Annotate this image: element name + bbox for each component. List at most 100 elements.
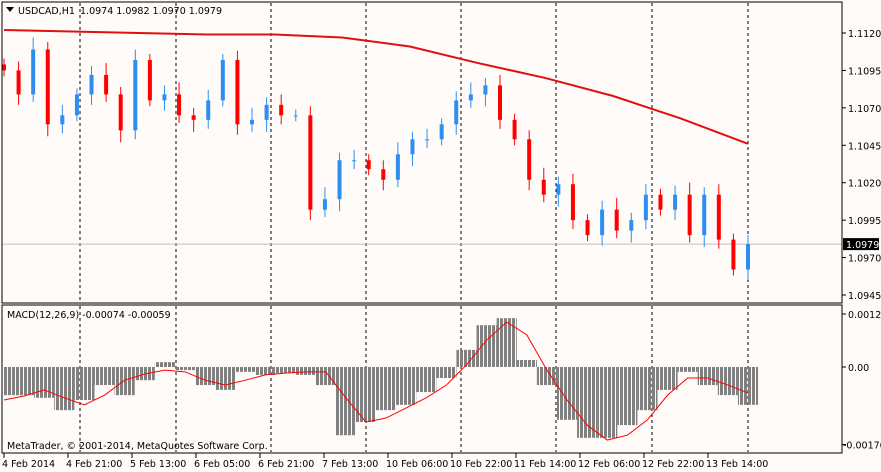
dropdown-triangle-icon[interactable] — [6, 7, 14, 12]
candle-body — [629, 220, 634, 231]
price-axis-label: 1.1070 — [848, 104, 881, 115]
macd-histogram-bar — [516, 359, 537, 367]
ohlc-label: 1.0974 1.0982 1.0970 1.0979 — [80, 6, 222, 17]
candle-body — [220, 59, 225, 101]
candle-body — [235, 59, 240, 125]
candle-body — [308, 115, 313, 210]
macd-histogram-bar — [717, 367, 738, 396]
candle-body — [177, 94, 182, 116]
macd-histogram-bar — [114, 367, 135, 396]
macd-histogram-bar — [255, 367, 276, 375]
candle-body — [643, 194, 648, 221]
candle-body — [425, 139, 430, 141]
price-pane — [2, 29, 842, 281]
candle-body — [191, 115, 196, 120]
price-axis-label: 1.0970 — [848, 254, 881, 265]
macd-histogram-bar — [335, 367, 356, 436]
candle-body — [2, 64, 6, 71]
candle-body — [556, 184, 561, 195]
macd-histogram-bar — [737, 367, 759, 405]
time-axis-label: 11 Feb 14:00 — [514, 459, 576, 470]
macd-histogram-bar — [697, 367, 718, 386]
candle-body — [673, 194, 678, 210]
chart-canvas[interactable]: 1.1120 1.1095 1.1070 1.1045 1.1020 1.0995 1.09… — [0, 0, 881, 472]
macd-histogram-bar — [577, 367, 598, 438]
candle-body — [687, 194, 692, 236]
time-axis-label: 5 Feb 13:00 — [130, 459, 186, 470]
candle-body — [585, 220, 590, 236]
candle-body — [60, 115, 65, 125]
price-axis-label: 1.1020 — [848, 179, 881, 190]
macd-pane — [3, 318, 759, 441]
macd-histogram-bar — [174, 367, 196, 371]
moving-average-line — [3, 29, 749, 145]
macd-histogram-bar — [637, 367, 658, 411]
macd-histogram-bar — [315, 367, 336, 386]
candle-body — [512, 119, 517, 140]
candle-body — [614, 209, 619, 231]
candle-body — [206, 100, 211, 120]
macd-histogram-bar — [376, 367, 397, 411]
time-axis-label: 4 Feb 2014 — [2, 459, 55, 470]
time-axis-label: 4 Feb 21:00 — [66, 459, 122, 470]
macd-axis-label: -0.00176 — [843, 440, 881, 451]
macd-histogram-bar — [396, 367, 417, 405]
price-axis-label: 1.1045 — [848, 141, 881, 152]
macd-histogram-bar — [295, 367, 316, 375]
macd-histogram-bar — [496, 318, 517, 367]
candle-body — [658, 194, 663, 210]
macd-histogram-bar — [657, 367, 678, 390]
macd-histogram-bar — [54, 367, 75, 411]
time-axis-label: 12 Feb 06:00 — [578, 459, 640, 470]
candle-body — [468, 94, 473, 101]
candle-body — [133, 59, 138, 131]
price-axis-label: 1.1095 — [848, 66, 881, 77]
candle-body — [541, 179, 546, 195]
candle-body — [352, 160, 357, 162]
macd-histogram-bar — [154, 362, 175, 367]
candle-body — [162, 94, 167, 101]
time-axis-label: 6 Feb 21:00 — [258, 459, 314, 470]
candle-body — [89, 74, 94, 95]
macd-histogram-bar — [436, 367, 457, 378]
candle-body — [337, 160, 342, 200]
copyright-label: MetaTrader, © 2001-2014, MetaQuotes Soft… — [7, 441, 268, 452]
macd-histogram-bar — [416, 367, 437, 393]
candle-body — [264, 104, 269, 120]
macd-histogram-bar — [94, 367, 115, 386]
candle-body — [454, 100, 459, 125]
candle-body — [147, 59, 152, 101]
macd-histogram-bar — [556, 367, 578, 420]
candle-body — [279, 104, 284, 116]
time-axis-label: 6 Feb 05:00 — [194, 459, 250, 470]
time-axis-label: 12 Feb 22:00 — [642, 459, 704, 470]
macd-histogram-bar — [235, 367, 256, 372]
candle-body — [293, 115, 298, 117]
macd-histogram-bar — [677, 367, 698, 372]
macd-histogram-bar — [476, 325, 497, 367]
macd-axis-label: 0.00 — [848, 363, 869, 374]
candle-body — [16, 70, 21, 95]
candle-body — [118, 94, 123, 131]
candle-body — [498, 85, 502, 120]
current-price-label: 1.0979 — [846, 240, 879, 251]
price-axis-label: 1.0945 — [848, 291, 881, 302]
candle-body — [45, 49, 50, 125]
candle-body — [702, 194, 707, 236]
candle-body — [600, 209, 605, 236]
candle-body — [366, 160, 371, 170]
candle-body — [250, 119, 254, 125]
macd-histogram-bar — [14, 367, 35, 396]
time-axis-label: 13 Feb 14:00 — [706, 459, 768, 470]
candle-body — [31, 49, 36, 95]
macd-histogram-bar — [617, 367, 638, 426]
time-axis-label: 7 Feb 13:00 — [322, 459, 378, 470]
macd-axis-label: 0.00125 — [848, 310, 881, 321]
candle-body — [570, 184, 575, 221]
candle-body — [410, 139, 415, 155]
macd-histogram-bar — [597, 367, 618, 438]
candle-body — [483, 85, 488, 95]
candle-body — [439, 124, 444, 140]
time-axis-label: 10 Feb 06:00 — [386, 459, 448, 470]
candle-body — [395, 154, 400, 180]
